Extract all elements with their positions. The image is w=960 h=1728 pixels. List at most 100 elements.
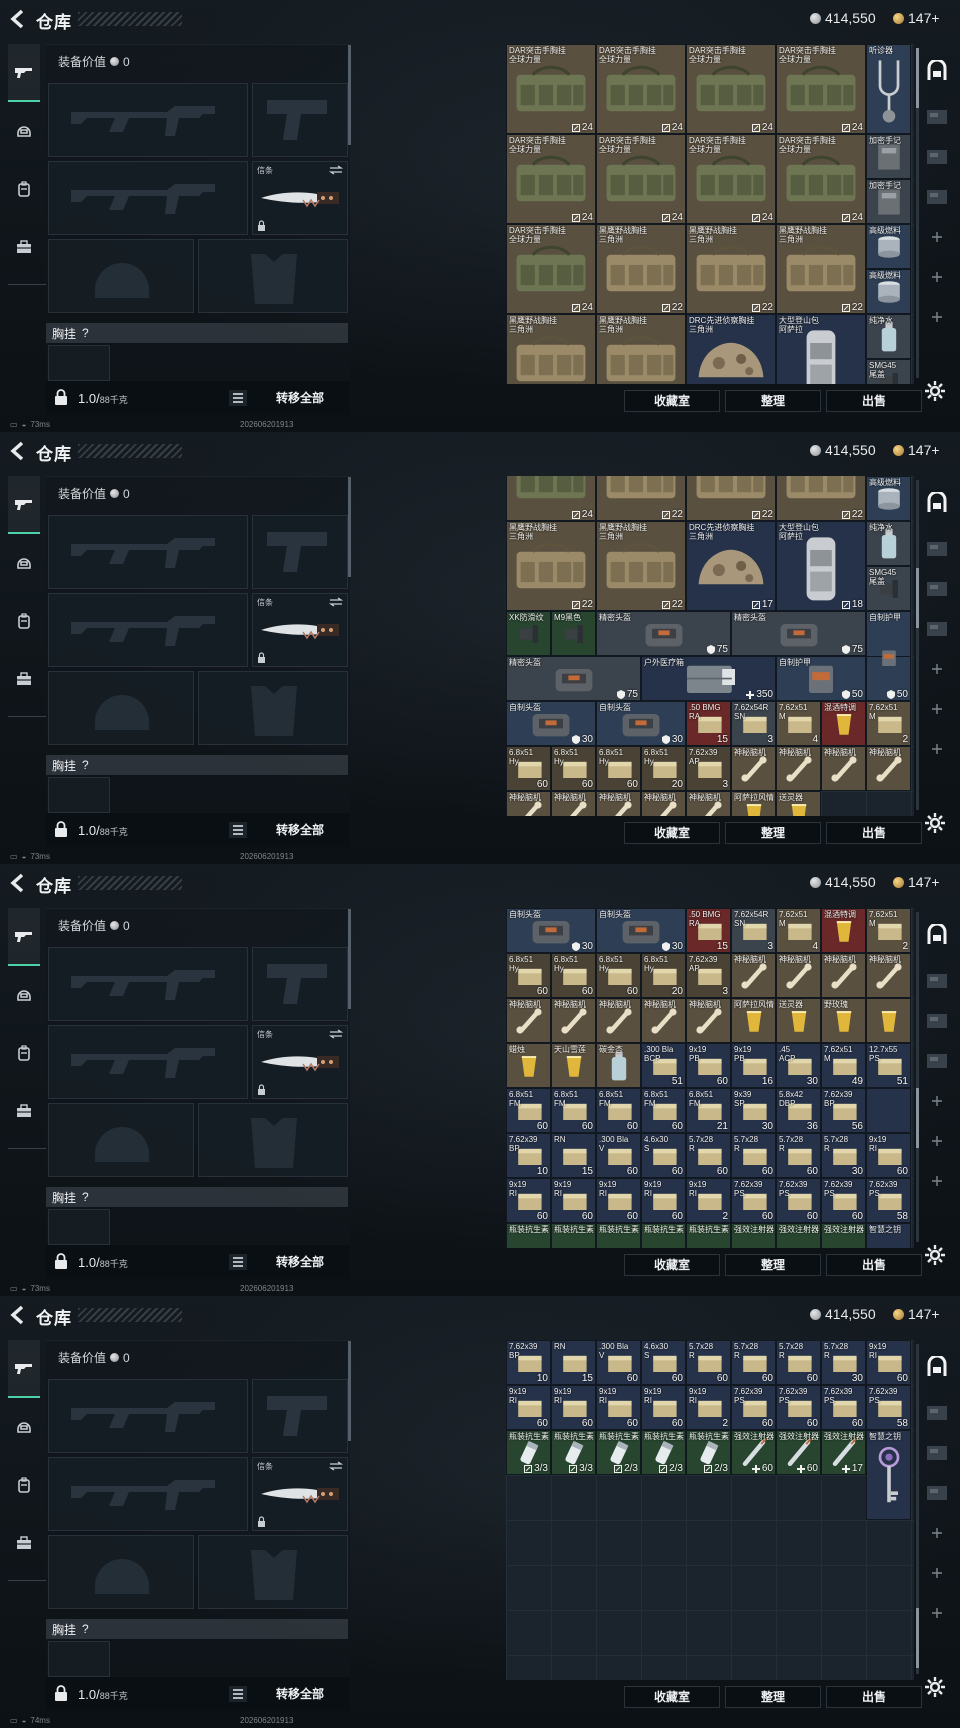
inventory-item[interactable]: 送灵器 [776,791,821,816]
inventory-item[interactable]: 高级燃料 [866,224,911,269]
nav-items[interactable] [8,1082,40,1140]
inventory-item[interactable]: .300 Bla V 60 [596,1340,641,1385]
inventory-item[interactable]: 神秘脑机 [821,746,866,791]
inventory-item[interactable]: 9x19 RI 60 [506,1178,551,1223]
nav-weapons[interactable] [8,1340,40,1398]
rail-vault[interactable] [922,1352,952,1382]
inventory-item[interactable]: 瓶装抗生素 2/3 [686,1430,731,1475]
inventory-item[interactable]: 5.7x28 R 60 [731,1133,776,1178]
inventory-item[interactable]: 7.62x51 M 2 [866,908,911,953]
inventory-item[interactable]: 自制护甲 50 [776,656,866,701]
inventory-item[interactable]: 7.62x39 PS 60 [731,1178,776,1223]
inventory-item[interactable]: 24 [506,476,596,521]
body-armor-slot[interactable] [198,1103,348,1177]
back-button[interactable] [8,440,28,462]
inventory-item[interactable]: 6.8x51 Hy 60 [596,746,641,791]
inventory-item[interactable]: 9x19 RI 60 [866,1340,911,1385]
inventory-item[interactable]: DRC先进侦察胸挂 三角洲 17 [686,521,776,611]
primary-weapon-slot[interactable] [48,83,248,157]
loadout-scrollbar[interactable] [348,45,351,145]
helmet-slot[interactable] [48,1103,194,1177]
sell-button[interactable]: 出售 [826,390,922,412]
inventory-item[interactable]: 自制护甲 [866,611,911,701]
rail-add-3[interactable] [922,302,952,332]
inventory-item[interactable]: 瓶装抗生素 [551,1223,596,1248]
inventory-item[interactable]: 精密头盔 75 [731,611,866,656]
inventory-item[interactable]: DRC先进侦察胸挂 三角洲 [686,314,776,384]
inventory-item[interactable]: 瓶装抗生素 [596,1223,641,1248]
inventory-item[interactable]: 神秘脑机 [776,953,821,998]
rail-add-2[interactable] [922,1558,952,1588]
inventory-item[interactable] [866,998,911,1043]
inventory-item[interactable]: 7.62x39 PS 58 [866,1385,911,1430]
inventory-item[interactable]: 送灵器 [776,998,821,1043]
inventory-item[interactable]: 9x19 RI 60 [551,1178,596,1223]
loadout-scrollbar[interactable] [348,1341,351,1441]
rail-add-3[interactable] [922,734,952,764]
gold-balance[interactable]: 147+ [893,10,940,26]
helmet-slot[interactable] [48,239,194,313]
swap-icon[interactable] [329,1461,343,1471]
loadout-scrollbar[interactable] [348,477,351,577]
inventory-item[interactable]: 9x19 RI 60 [641,1385,686,1430]
body-armor-slot[interactable] [198,239,348,313]
rail-add-1[interactable] [922,1086,952,1116]
inventory-item[interactable]: 5.7x28 R 60 [731,1340,776,1385]
inventory-item[interactable]: 自制头盔 30 [506,908,596,953]
rail-container-1[interactable] [922,1398,952,1428]
inventory-item[interactable]: 9x19 RI 60 [506,1385,551,1430]
nav-weapons[interactable] [8,476,40,534]
inventory-item[interactable]: 6.8x51 Hy 20 [641,953,686,998]
inventory-item[interactable]: DAR突击手胸挂 全球力量 24 [596,44,686,134]
helmet-slot[interactable] [48,671,194,745]
inventory-item[interactable]: RN 15 [551,1340,596,1385]
inventory-item[interactable]: 12.7x55 PS 51 [866,1043,911,1088]
storage-scrollbar[interactable] [916,912,919,1242]
inventory-item[interactable]: 7.62x39 PS 60 [776,1178,821,1223]
inventory-item[interactable]: 天山雪莲 [551,1043,596,1088]
body-armor-slot[interactable] [198,1535,348,1609]
inventory-item[interactable]: 强效注射器 60 [731,1430,776,1475]
melee-slot[interactable]: 信条 [252,1025,348,1099]
inventory-item[interactable]: 自制头盔 30 [506,701,596,746]
inventory-item[interactable]: SMG45 尾盖 [866,359,911,384]
inventory-item[interactable]: .50 BMG RA 15 [686,701,731,746]
inventory-item[interactable]: 强效注射器 [821,1223,866,1248]
inventory-item[interactable]: .300 Bla BCP 51 [641,1043,686,1088]
nav-armor[interactable] [8,966,40,1024]
secondary-weapon-slot[interactable] [48,593,248,667]
nav-items[interactable] [8,218,40,276]
inventory-item[interactable]: 7.62x39 PS 60 [821,1385,866,1430]
nav-armor[interactable] [8,102,40,160]
rail-container-1[interactable] [922,534,952,564]
chest-rig-slot[interactable] [48,777,110,813]
gold-balance[interactable]: 147+ [893,1306,940,1322]
inventory-item[interactable]: 黑鹰野战胸挂 三角洲 [596,314,686,384]
primary-weapon-slot[interactable] [48,947,248,1021]
storage-scrollbar[interactable] [916,48,919,378]
inventory-item[interactable]: 混酒特调 [821,908,866,953]
rail-add-2[interactable] [922,694,952,724]
rail-vault[interactable] [922,488,952,518]
nav-armor[interactable] [8,1398,40,1456]
sort-button[interactable]: 整理 [725,390,821,412]
collection-button[interactable]: 收藏室 [624,1686,720,1708]
sell-button[interactable]: 出售 [826,822,922,844]
melee-slot[interactable]: 信条 [252,1457,348,1531]
collection-button[interactable]: 收藏室 [624,390,720,412]
pistol-slot[interactable] [252,947,348,1021]
inventory-item[interactable]: 神秘脑机 [641,998,686,1043]
gold-balance[interactable]: 147+ [893,442,940,458]
melee-slot[interactable]: 信条 [252,161,348,235]
inventory-item[interactable]: 6.8x51 FM 60 [506,1088,551,1133]
inventory-item[interactable]: .45 ACP 30 [776,1043,821,1088]
transfer-all-button[interactable]: 转移全部 [256,387,344,409]
inventory-item[interactable]: 6.8x51 Hy 60 [551,746,596,791]
inventory-item[interactable]: DAR突击手胸挂 全球力量 24 [506,44,596,134]
inventory-item[interactable]: 户外医疗箱 350 [641,656,776,701]
inventory-item[interactable]: 神秘脑机 [821,953,866,998]
sell-button[interactable]: 出售 [826,1686,922,1708]
rail-add-2[interactable] [922,262,952,292]
inventory-item[interactable]: 神秘脑机 [731,953,776,998]
inventory-item[interactable]: 7.62x39 PS 60 [821,1178,866,1223]
